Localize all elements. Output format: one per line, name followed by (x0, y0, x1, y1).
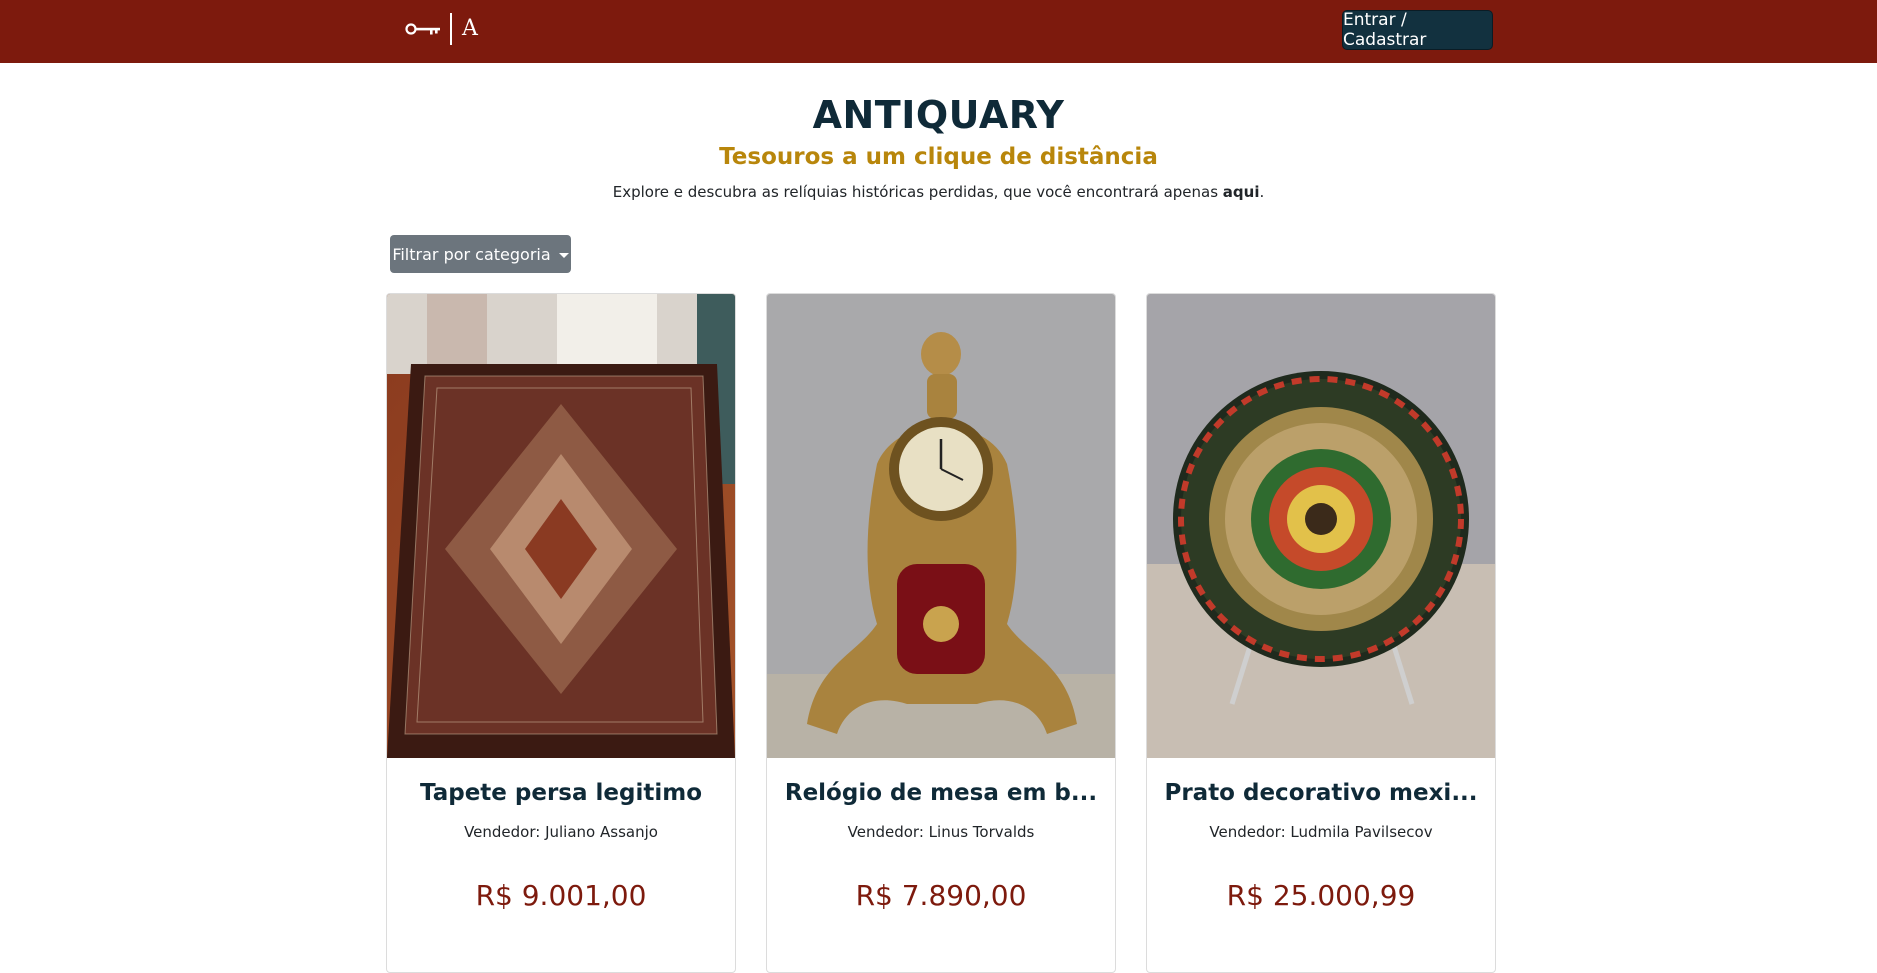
site-description: Explore e descubra as relíquias históric… (0, 183, 1877, 201)
caret-down-icon (558, 252, 569, 258)
product-seller: Vendedor: Linus Torvalds (767, 823, 1115, 841)
top-navbar: A Entrar / Cadastrar (0, 0, 1877, 63)
mexican-plate-photo (1147, 294, 1495, 758)
product-card[interactable]: Prato decorativo mexi... Vendedor: Ludmi… (1146, 293, 1496, 973)
persian-rug-photo (387, 294, 735, 758)
description-end: . (1259, 183, 1265, 201)
site-tagline: Tesouros a um clique de distância (719, 144, 1158, 170)
category-filter-label: Filtrar por categoria (392, 244, 551, 264)
description-text: Explore e descubra as relíquias históric… (612, 183, 1223, 201)
seller-prefix: Vendedor: (847, 823, 929, 841)
description-emphasis: aqui (1222, 183, 1260, 201)
product-seller: Vendedor: Juliano Assanjo (387, 823, 735, 841)
brass-table-clock-photo (767, 294, 1115, 758)
product-title[interactable]: Tapete persa legitimo (387, 780, 735, 806)
seller-name: Linus Torvalds (928, 823, 1035, 841)
key-icon (405, 23, 440, 35)
product-title[interactable]: Prato decorativo mexi... (1147, 780, 1495, 806)
login-signup-button[interactable]: Entrar / Cadastrar (1342, 10, 1493, 50)
seller-prefix: Vendedor: (464, 823, 546, 841)
site-title: ANTIQUARY (812, 93, 1065, 137)
product-card[interactable]: Tapete persa legitimo Vendedor: Juliano … (386, 293, 736, 973)
brand-letter: A (462, 16, 478, 41)
product-price: R$ 9.001,00 (475, 879, 647, 912)
product-title[interactable]: Relógio de mesa em b... (767, 780, 1115, 806)
brand-logo[interactable]: A (404, 12, 478, 46)
product-seller: Vendedor: Ludmila Pavilsecov (1147, 823, 1495, 841)
product-card[interactable]: Relógio de mesa em b... Vendedor: Linus … (766, 293, 1116, 973)
seller-prefix: Vendedor: (1209, 823, 1291, 841)
seller-name: Ludmila Pavilsecov (1290, 823, 1433, 841)
brand-divider (450, 13, 452, 45)
category-filter-dropdown[interactable]: Filtrar por categoria (390, 235, 571, 273)
product-price: R$ 7.890,00 (855, 879, 1027, 912)
product-price: R$ 25.000,99 (1226, 879, 1416, 912)
seller-name: Juliano Assanjo (545, 823, 658, 841)
